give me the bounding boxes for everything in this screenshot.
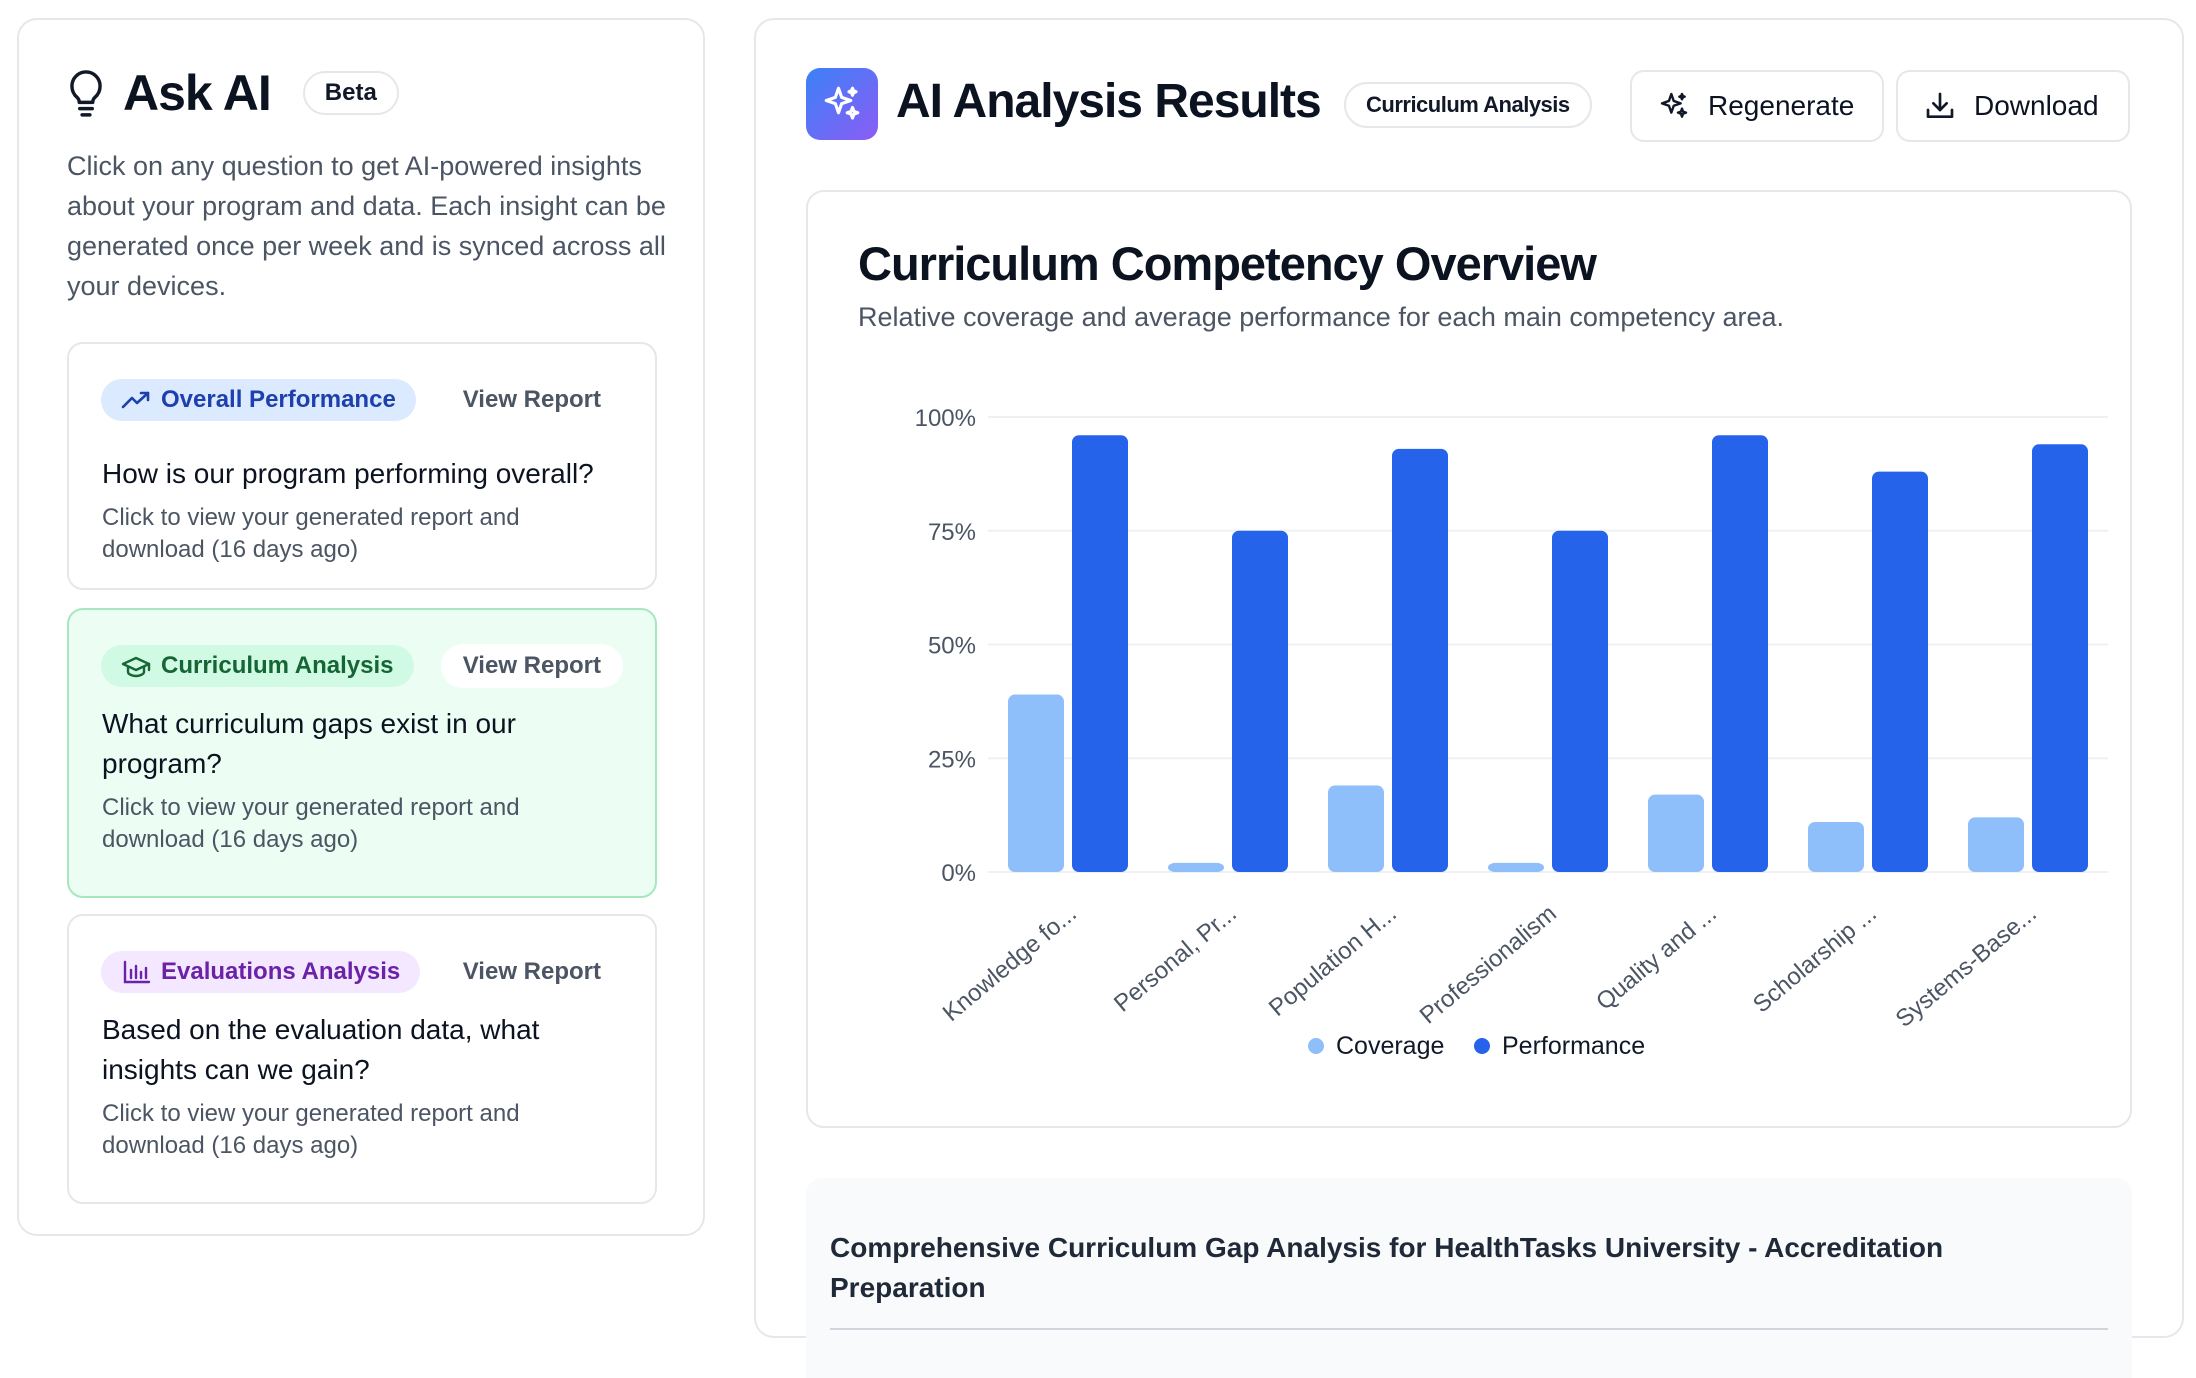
bar-performance — [1552, 530, 1608, 872]
x-tick-label: Quality and ... — [1591, 900, 1722, 1016]
bar-coverage — [1968, 817, 2024, 872]
y-tick-label: 0% — [941, 860, 976, 887]
x-tick-label: Professionalism — [1415, 900, 1562, 1030]
competency-bar-chart: 0% 25% 50% 75% 100% Knowledge fo... Personal, … — [915, 405, 2108, 1060]
results-title: AI Analysis Results — [896, 75, 1322, 128]
beta-badge: Beta — [302, 71, 399, 115]
tag-label: Evaluations Analysis — [161, 958, 401, 985]
bar-performance — [1072, 435, 1128, 872]
lightbulb-icon — [70, 70, 102, 117]
bar-coverage — [1168, 862, 1224, 872]
x-tick-label: Population H... — [1264, 900, 1402, 1022]
regenerate-button[interactable]: Regenerate — [1630, 70, 1884, 142]
regenerate-label: Regenerate — [1708, 90, 1855, 121]
curriculum-analysis-tag: Curriculum Analysis — [101, 645, 414, 687]
sparkles-icon — [1660, 92, 1688, 118]
x-tick-label: Knowledge fo... — [938, 900, 1082, 1027]
trending-up-icon — [121, 391, 150, 409]
y-tick-label: 50% — [928, 633, 976, 660]
y-tick-label: 100% — [915, 405, 976, 432]
bar-chart-icon — [123, 960, 151, 984]
view-report-button[interactable]: View Report — [440, 644, 623, 688]
ask-ai-description: Click on any question to get AI-powered … — [67, 151, 666, 301]
bar-coverage — [1488, 862, 1544, 872]
card-question: How is our program performing overall? — [102, 458, 594, 489]
summary-title: Comprehensive Curriculum Gap Analysis fo… — [830, 1232, 1944, 1303]
download-label: Download — [1974, 90, 2099, 121]
legend-swatch — [1308, 1038, 1324, 1054]
x-tick-label: Personal, Pr... — [1109, 900, 1242, 1018]
bar-performance — [1232, 530, 1288, 872]
legend-swatch — [1474, 1038, 1490, 1054]
summary-divider — [830, 1328, 2108, 1330]
card-subtext: Click to view your generated report and … — [102, 1100, 520, 1159]
x-tick-label: Scholarship ... — [1748, 900, 1882, 1018]
insight-card-overall-performance[interactable]: Overall Performance View Report How is o… — [67, 342, 657, 590]
bar-performance — [2032, 444, 2088, 872]
ask-ai-panel: Ask AI Beta Click on any question to get… — [17, 18, 705, 1236]
overall-performance-tag: Overall Performance — [101, 379, 416, 421]
bar-performance — [1392, 448, 1448, 872]
results-badge: Curriculum Analysis — [1344, 82, 1592, 128]
evaluations-analysis-tag: Evaluations Analysis — [101, 951, 421, 993]
competency-chart-card: Curriculum Competency Overview Relative … — [806, 190, 2132, 1128]
bar-performance — [1712, 435, 1768, 872]
sparkles-icon — [806, 68, 878, 140]
analysis-results-panel: AI Analysis Results Curriculum Analysis … — [754, 18, 2184, 1378]
tag-label: Overall Performance — [161, 386, 396, 413]
analysis-summary: Comprehensive Curriculum Gap Analysis fo… — [806, 1178, 2132, 1378]
bar-coverage — [1808, 821, 1864, 872]
tag-label: Curriculum Analysis — [161, 652, 394, 679]
insight-card-evaluations-analysis[interactable]: Evaluations Analysis View Report Based o… — [67, 914, 657, 1204]
view-report-button[interactable]: View Report — [441, 378, 623, 422]
y-tick-label: 75% — [928, 519, 976, 546]
bar-performance — [1872, 471, 1928, 872]
graduation-cap-icon — [121, 656, 151, 678]
legend-label: Coverage — [1336, 1032, 1444, 1060]
ask-ai-title: Ask AI — [123, 65, 272, 121]
view-report-button[interactable]: View Report — [441, 950, 623, 994]
card-question: What curriculum gaps exist in our progra… — [102, 708, 516, 779]
y-tick-label: 25% — [928, 746, 976, 773]
card-subtext: Click to view your generated report and … — [102, 794, 520, 853]
insight-card-curriculum-analysis[interactable]: Curriculum Analysis View Report What cur… — [67, 608, 657, 898]
bar-coverage — [1008, 694, 1064, 872]
bar-coverage — [1328, 785, 1384, 872]
download-icon — [1926, 92, 1954, 118]
legend-label: Performance — [1502, 1032, 1645, 1060]
card-question: Based on the evaluation data, what insig… — [102, 1014, 540, 1085]
card-subtext: Click to view your generated report and … — [102, 504, 520, 563]
ask-ai-header: Ask AI Beta — [67, 64, 399, 122]
x-tick-label: Systems-Base... — [1891, 900, 2042, 1033]
download-button[interactable]: Download — [1896, 70, 2130, 142]
bar-coverage — [1648, 794, 1704, 872]
